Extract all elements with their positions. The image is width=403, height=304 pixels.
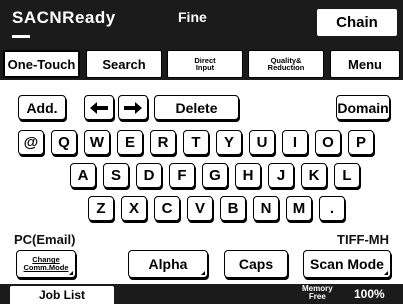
tab-search[interactable]: Search (86, 50, 162, 78)
key-s[interactable]: S (103, 163, 129, 188)
key-g[interactable]: G (202, 163, 228, 188)
add-button[interactable]: Add. (18, 95, 66, 120)
file-format-label: TIFF-MH (337, 232, 389, 247)
corner-triangle-icon (69, 271, 73, 275)
tab-bar: One-Touch Search Direct Input Quality& R… (0, 48, 403, 80)
key-l[interactable]: L (334, 163, 360, 188)
destination-mode-label: PC(Email) (14, 232, 76, 247)
key-x[interactable]: X (121, 196, 147, 221)
caps-button[interactable]: Caps (224, 250, 288, 278)
scan-mode-label: Scan Mode (310, 256, 384, 272)
delete-button[interactable]: Delete (154, 95, 239, 120)
corner-triangle-icon (384, 271, 388, 275)
key-r[interactable]: R (150, 130, 176, 155)
key-f[interactable]: F (169, 163, 195, 188)
cursor-left-button[interactable] (84, 95, 114, 120)
alpha-button[interactable]: Alpha (128, 250, 208, 278)
key-w[interactable]: W (84, 130, 110, 155)
key-y[interactable]: Y (216, 130, 242, 155)
tab-quality-reduction[interactable]: Quality& Reduction (248, 50, 324, 78)
change-comm-mode-button[interactable]: Change Comm.Mode (16, 250, 76, 278)
left-arrow-icon (90, 101, 108, 114)
scan-mode-button[interactable]: Scan Mode (303, 250, 391, 278)
key-d[interactable]: D (136, 163, 162, 188)
memory-label-line2: Free (308, 292, 326, 301)
key-dot[interactable]: . (319, 196, 345, 221)
tab-quality-line2: Reduction (267, 63, 305, 72)
corner-triangle-icon (201, 271, 205, 275)
key-p[interactable]: P (348, 130, 374, 155)
key-z[interactable]: Z (88, 196, 114, 221)
key-u[interactable]: U (249, 130, 275, 155)
header-bar: SACNReady Fine Chain (0, 0, 403, 48)
quality-label: Fine (178, 9, 207, 25)
status-bar: Job List Memory Free 100% (0, 284, 403, 304)
key-at[interactable]: @ (18, 130, 44, 155)
domain-button[interactable]: Domain (336, 95, 390, 120)
tab-direct-input[interactable]: Direct Input (167, 50, 243, 78)
tab-menu[interactable]: Menu (330, 50, 400, 78)
chain-button[interactable]: Chain (317, 9, 397, 36)
tab-direct-input-line2: Input (195, 63, 215, 72)
key-q[interactable]: Q (51, 130, 77, 155)
cursor-right-button[interactable] (118, 95, 148, 120)
key-k[interactable]: K (301, 163, 327, 188)
key-o[interactable]: O (315, 130, 341, 155)
tab-one-touch[interactable]: One-Touch (3, 50, 80, 78)
alpha-label: Alpha (148, 256, 188, 272)
key-m[interactable]: M (286, 196, 312, 221)
key-j[interactable]: J (268, 163, 294, 188)
key-c[interactable]: C (154, 196, 180, 221)
change-comm-mode-line2: Comm.Mode (23, 263, 69, 272)
title-underline (12, 35, 30, 38)
key-b[interactable]: B (220, 196, 246, 221)
key-e[interactable]: E (117, 130, 143, 155)
key-a[interactable]: A (70, 163, 96, 188)
memory-percent: 100% (354, 287, 385, 301)
job-list-tab[interactable]: Job List (10, 286, 114, 304)
memory-label: Memory Free (302, 285, 333, 301)
key-i[interactable]: I (282, 130, 308, 155)
key-t[interactable]: T (183, 130, 209, 155)
key-v[interactable]: V (187, 196, 213, 221)
key-h[interactable]: H (235, 163, 261, 188)
right-arrow-icon (124, 101, 142, 114)
status-title: SACNReady (12, 8, 116, 27)
key-n[interactable]: N (253, 196, 279, 221)
